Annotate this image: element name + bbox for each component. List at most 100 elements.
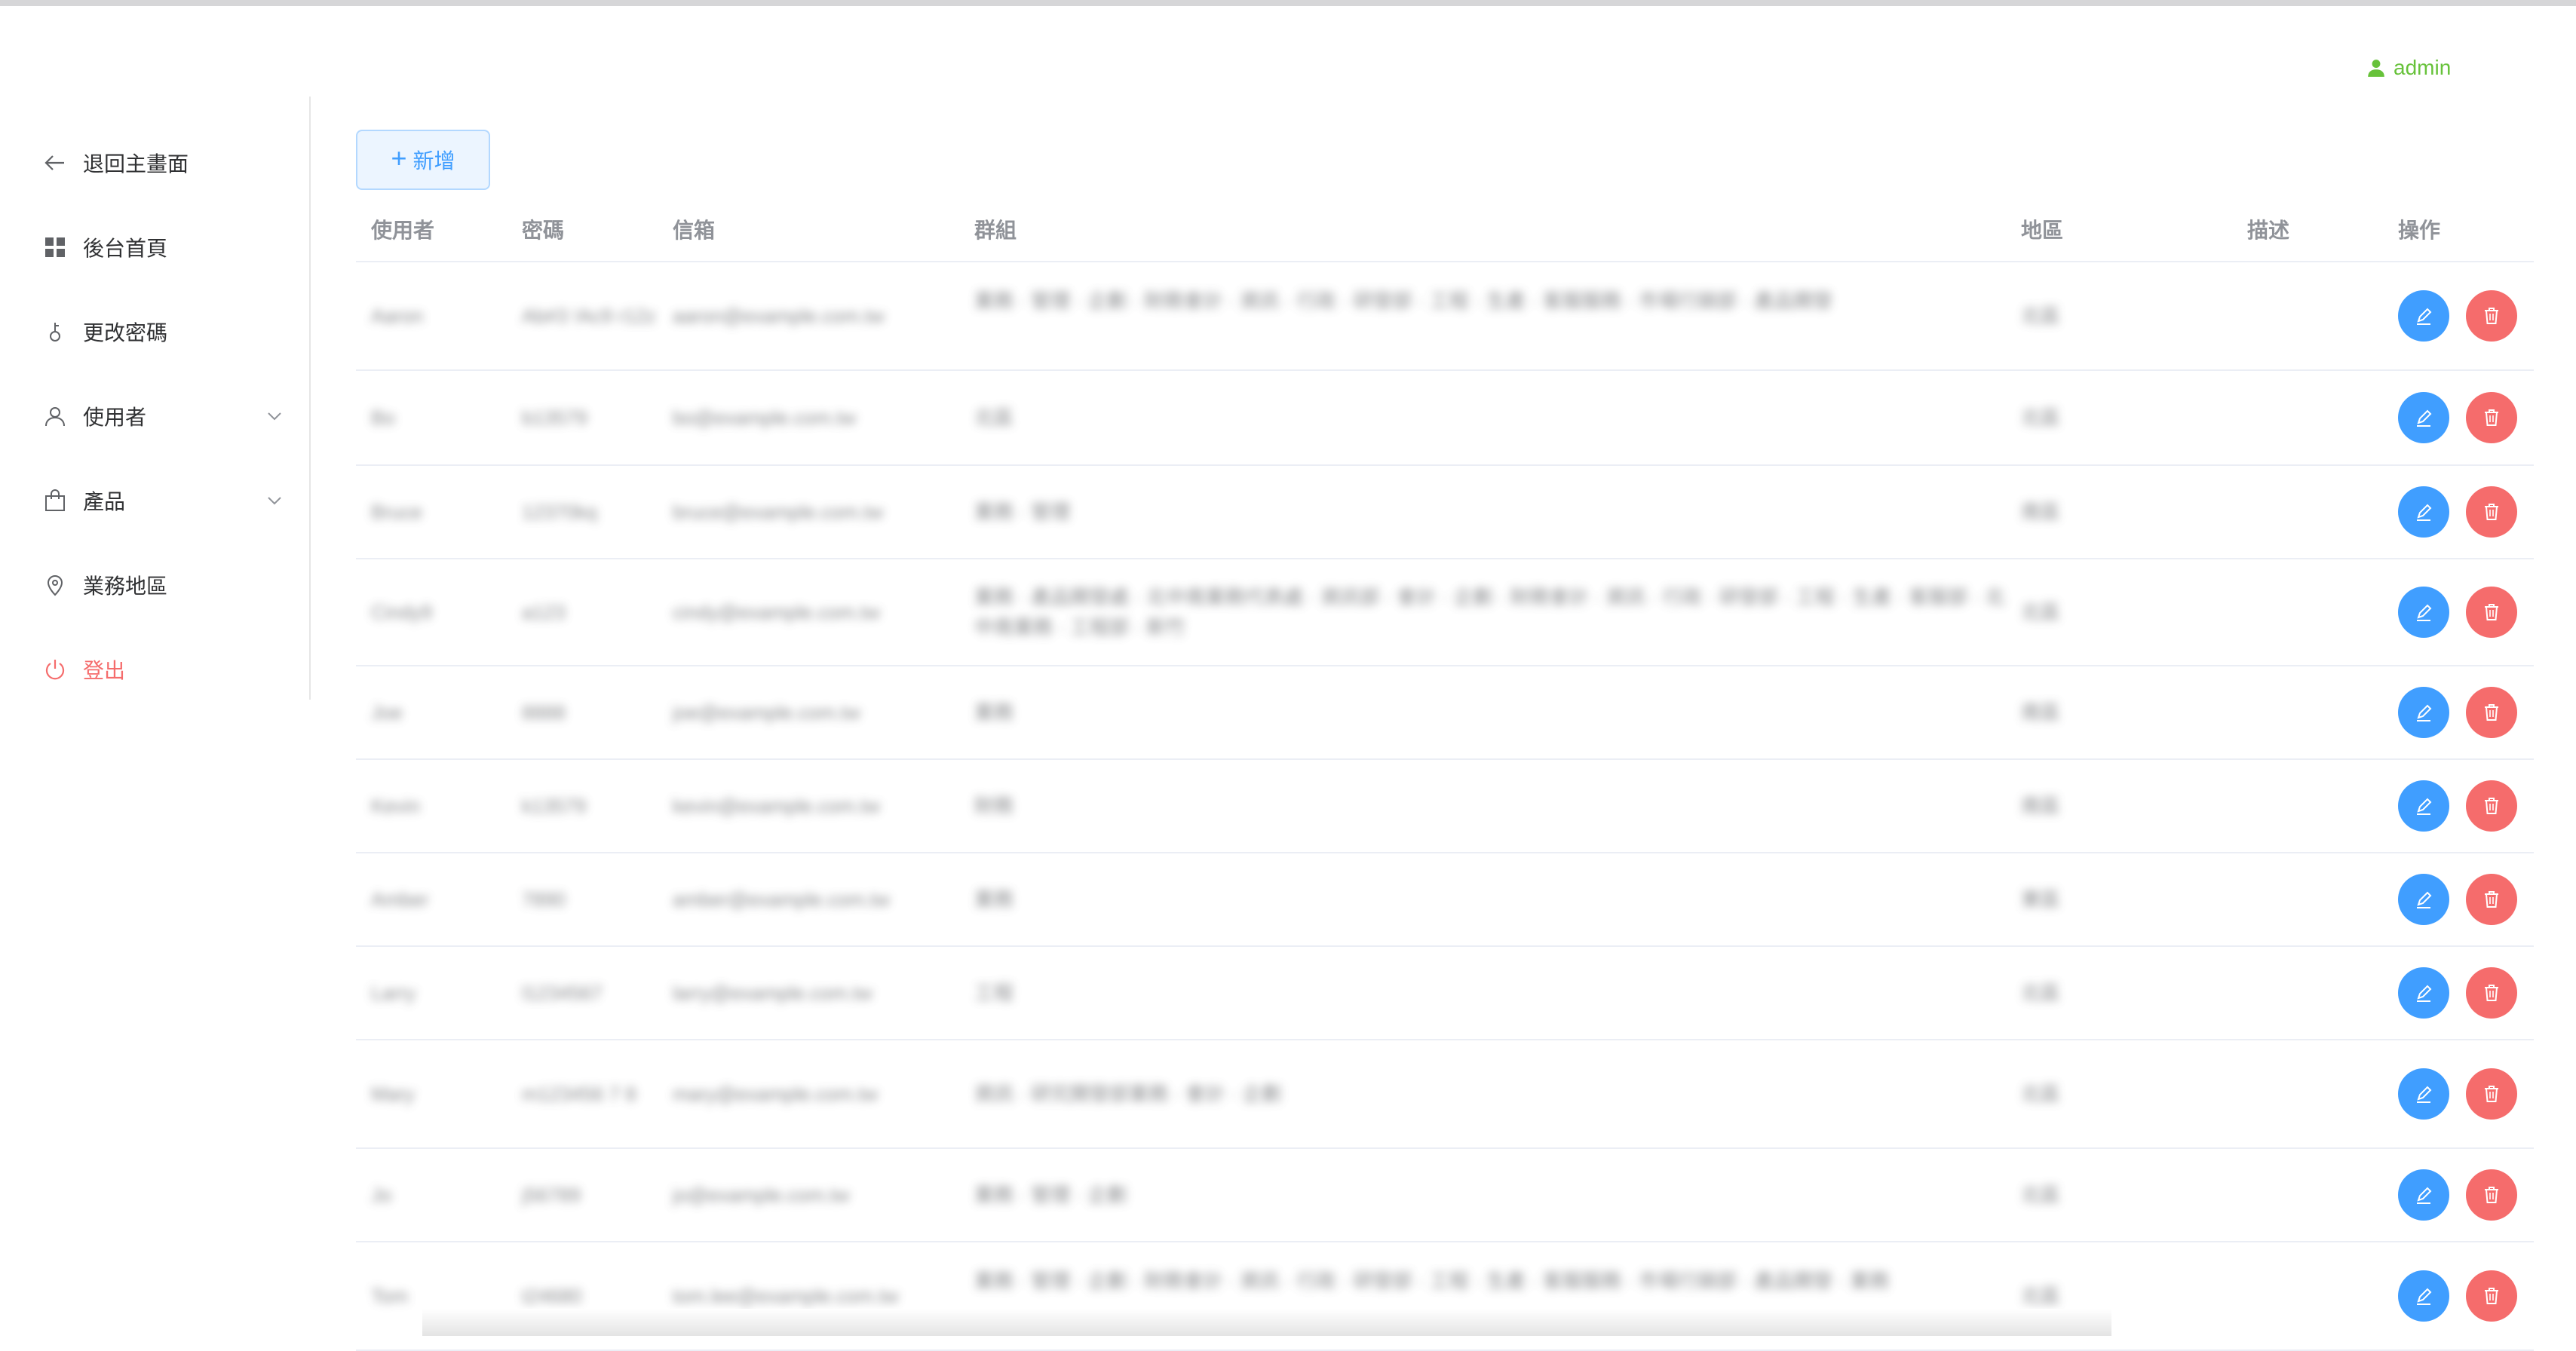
edit-button[interactable] — [2398, 290, 2449, 342]
cell-password: Ab#3 !Ac9 r12z — [522, 305, 656, 327]
window-top-border — [0, 0, 2576, 6]
sidebar: 退回主畫面 後台首頁 更改密碼 使用者 產品 業務地區 登出 — [0, 96, 311, 700]
sidebar-item-label: 業務地區 — [83, 574, 168, 598]
column-header-description: 描述 — [2247, 219, 2290, 242]
sidebar-item-logout[interactable]: 登出 — [42, 647, 284, 692]
row-actions — [2398, 1270, 2517, 1322]
edit-button[interactable] — [2398, 687, 2449, 738]
delete-button[interactable] — [2466, 1270, 2517, 1322]
edit-button[interactable] — [2398, 1169, 2449, 1221]
cell-password: m123456 7 8 — [522, 1083, 636, 1105]
trash-icon — [2485, 798, 2498, 814]
cell-region: 北區 — [2021, 1083, 2061, 1105]
delete-button[interactable] — [2466, 967, 2517, 1019]
cell-email: joe@example.com.tw — [673, 701, 860, 724]
table-body: Aaron Ab#3 !Ac9 r12z aaron@example.com.tw 業… — [356, 262, 2534, 1351]
cell-region: 北區 — [2021, 1285, 2061, 1307]
users-table: 使用者 密碼 信箱 群組 地區 描述 操作 Aaron Ab#3 !Ac9 r12… — [356, 198, 2534, 1351]
cell-region: 南區 — [2021, 501, 2061, 523]
sidebar-item-users[interactable]: 使用者 — [42, 394, 284, 439]
table-row: Kevin k13579 kevin@example.com.tw 財務 南區 — [356, 760, 2534, 853]
cell-user: Bo — [371, 406, 395, 429]
chevron-down-icon — [268, 412, 281, 421]
sidebar-item-label: 登出 — [83, 659, 126, 682]
cell-email: larry@example.com.tw — [673, 982, 872, 1004]
edit-icon — [2417, 504, 2432, 521]
cell-password: 7890 — [522, 888, 566, 911]
edit-button[interactable] — [2398, 1068, 2449, 1120]
sidebar-item-label: 產品 — [83, 490, 126, 513]
delete-button[interactable] — [2466, 1068, 2517, 1120]
cell-email: cindy@example.com.tw — [673, 601, 880, 623]
cell-region: 北區 — [2021, 1184, 2061, 1206]
power-icon — [42, 657, 68, 682]
cell-password: k13579 — [522, 795, 587, 817]
trash-icon — [2485, 604, 2498, 620]
sidebar-item-back-home[interactable]: 退回主畫面 — [42, 140, 284, 185]
delete-button[interactable] — [2466, 587, 2517, 638]
cell-user: Jo — [371, 1184, 392, 1206]
add-button[interactable]: + 新增 — [356, 130, 490, 190]
row-actions — [2398, 486, 2517, 538]
table-row: Larry l1234567 larry@example.com.tw 工程 北區 — [356, 947, 2534, 1040]
sidebar-item-label: 使用者 — [83, 406, 147, 429]
cell-region: 北區 — [2021, 406, 2061, 429]
edit-button[interactable] — [2398, 392, 2449, 443]
table-row: Jo j56789 jo@example.com.tw 業務 · 管理 · 企劃 北區 — [356, 1149, 2534, 1242]
edit-icon — [2417, 604, 2432, 621]
delete-button[interactable] — [2466, 874, 2517, 925]
edit-icon — [2417, 1187, 2432, 1204]
cell-email: kevin@example.com.tw — [673, 795, 880, 817]
table-row: Bruce 12370kq bruce@example.com.tw 業務 · 管理 南… — [356, 466, 2534, 559]
edit-button[interactable] — [2398, 967, 2449, 1019]
edit-icon — [2417, 1086, 2432, 1103]
cell-group: 業務 — [974, 701, 1014, 724]
row-actions — [2398, 587, 2517, 638]
column-header-region: 地區 — [2021, 219, 2064, 242]
column-header-email: 信箱 — [673, 219, 716, 242]
cell-user: Tom — [371, 1285, 409, 1307]
delete-button[interactable] — [2466, 486, 2517, 538]
trash-icon — [2485, 1288, 2498, 1304]
row-actions — [2398, 967, 2517, 1019]
cell-password: b13579 — [522, 406, 587, 429]
edit-icon — [2417, 985, 2432, 1002]
trash-icon — [2485, 1086, 2498, 1102]
column-header-group: 群組 — [974, 219, 1017, 242]
cell-group: 業務 · 管理 · 企劃 · 財務會計 · 資訊 · 行政 · 研發部 · 工程… — [974, 290, 1833, 312]
delete-button[interactable] — [2466, 392, 2517, 443]
cell-group: 北區 — [974, 406, 1014, 429]
sidebar-item-label: 退回主畫面 — [83, 152, 189, 176]
delete-button[interactable] — [2466, 290, 2517, 342]
cell-group: 業務 · 管理 · 企劃 — [974, 1184, 1127, 1206]
user-menu[interactable]: admin — [2366, 56, 2451, 80]
delete-button[interactable] — [2466, 687, 2517, 738]
edit-button[interactable] — [2398, 486, 2449, 538]
cell-password: 8888 — [522, 701, 566, 724]
cell-region: 南區 — [2021, 701, 2061, 724]
cell-group: 業務 — [974, 888, 1014, 911]
edit-icon — [2417, 798, 2432, 815]
sidebar-item-dashboard[interactable]: 後台首頁 — [42, 225, 284, 270]
cell-region: 東區 — [2021, 888, 2061, 911]
cell-user: Mary — [371, 1083, 415, 1105]
edit-button[interactable] — [2398, 874, 2449, 925]
cell-email: bo@example.com.tw — [673, 406, 857, 429]
edit-button[interactable] — [2398, 1270, 2449, 1322]
edit-icon — [2417, 704, 2432, 721]
row-actions — [2398, 290, 2517, 342]
row-actions — [2398, 874, 2517, 925]
column-header-user: 使用者 — [371, 219, 435, 242]
delete-button[interactable] — [2466, 1169, 2517, 1221]
trash-icon — [2485, 1187, 2498, 1203]
edit-button[interactable] — [2398, 780, 2449, 832]
trash-icon — [2485, 704, 2498, 721]
edit-button[interactable] — [2398, 587, 2449, 638]
sidebar-item-regions[interactable]: 業務地區 — [42, 562, 284, 608]
shopping-bag-icon — [42, 488, 68, 513]
cell-user: Bruce — [371, 501, 422, 523]
delete-button[interactable] — [2466, 780, 2517, 832]
sidebar-item-change-password[interactable]: 更改密碼 — [42, 309, 284, 354]
cell-user: Cindy9 — [371, 601, 432, 623]
sidebar-item-products[interactable]: 產品 — [42, 478, 284, 523]
